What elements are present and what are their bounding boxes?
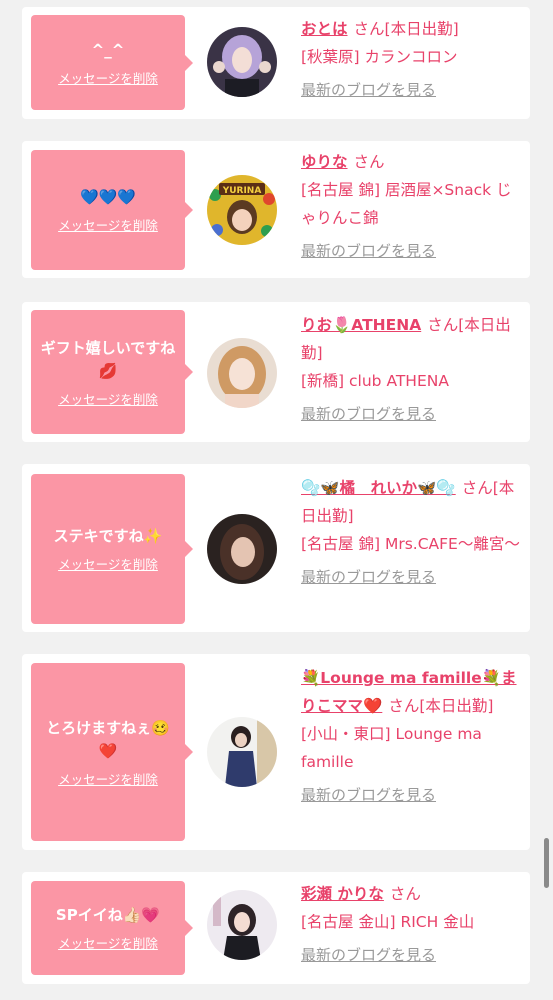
san-status: さん[本日出勤] xyxy=(388,697,494,715)
portrait-icon xyxy=(207,890,277,960)
message-card: SPイイね👍🏻💗 メッセージを削除 彩瀬 かりな さん [名古屋 金山] RICH… xyxy=(22,872,530,984)
message-bubble: 💙💙💙 メッセージを削除 xyxy=(31,150,193,270)
message-card: 💙💙💙 メッセージを削除 YURINA ゆりな さん [名古屋 錦] 居酒屋×Sn… xyxy=(22,141,530,278)
message-bubble: ^_^ メッセージを削除 xyxy=(31,15,193,110)
user-name-link[interactable]: おとは xyxy=(301,20,348,38)
delete-message-link[interactable]: メッセージを削除 xyxy=(58,554,158,573)
san-status: さん xyxy=(389,885,421,903)
avatar[interactable] xyxy=(207,717,277,787)
message-text: SPイイね👍🏻💗 xyxy=(55,906,161,924)
latest-blog-link[interactable]: 最新のブログを見る xyxy=(301,79,523,101)
message-text: 💙💙💙 xyxy=(79,188,137,206)
portrait-icon xyxy=(207,717,277,787)
avatar[interactable] xyxy=(207,27,277,97)
latest-blog-link[interactable]: 最新のブログを見る xyxy=(301,240,523,262)
message-bubble: とろけますねぇ🥴❤️ メッセージを削除 xyxy=(31,663,193,841)
delete-message-link[interactable]: メッセージを削除 xyxy=(58,68,158,87)
delete-message-link[interactable]: メッセージを削除 xyxy=(58,769,158,788)
latest-blog-link[interactable]: 最新のブログを見る xyxy=(301,566,523,588)
latest-blog-link[interactable]: 最新のブログを見る xyxy=(301,944,523,966)
user-name-link[interactable]: 🫧🦋橘 れいか🦋🫧 xyxy=(301,479,456,497)
delete-message-link[interactable]: メッセージを削除 xyxy=(58,933,158,952)
message-text: とろけますねぇ🥴❤️ xyxy=(46,718,170,760)
message-bubble: ステキですね✨ メッセージを削除 xyxy=(31,474,193,624)
message-card: ギフト嬉しいですね💋 メッセージを削除 りお🌷ATHENA さん[本日出勤] [新… xyxy=(22,302,530,442)
shop-name: [新橋] club ATHENA xyxy=(301,372,449,390)
card-info: おとは さん[本日出勤] [秋葉原] カランコロン 最新のブログを見る xyxy=(301,15,523,101)
avatar[interactable] xyxy=(207,890,277,960)
shop-name: [名古屋 金山] RICH 金山 xyxy=(301,913,475,931)
portrait-icon: YURINA xyxy=(207,175,277,245)
card-info: 🫧🦋橘 れいか🦋🫧 さん[本日出勤] [名古屋 錦] Mrs.CAFE〜離宮〜 最… xyxy=(301,474,523,588)
avatar[interactable] xyxy=(207,338,277,408)
latest-blog-link[interactable]: 最新のブログを見る xyxy=(301,403,523,425)
card-info: りお🌷ATHENA さん[本日出勤] [新橋] club ATHENA 最新のブロ… xyxy=(301,311,523,425)
message-card: ステキですね✨ メッセージを削除 🫧🦋橘 れいか🦋🫧 さん[本日出勤] [名古屋 … xyxy=(22,464,530,632)
message-text: ^_^ xyxy=(91,40,125,59)
avatar[interactable]: YURINA xyxy=(207,175,277,245)
card-info: 💐Lounge ma famille💐まりこママ❤️ さん[本日出勤] [小山・東… xyxy=(301,664,523,806)
message-text: ステキですね✨ xyxy=(53,527,163,545)
delete-message-link[interactable]: メッセージを削除 xyxy=(58,389,158,408)
message-bubble: ギフト嬉しいですね💋 メッセージを削除 xyxy=(31,310,193,434)
message-card: とろけますねぇ🥴❤️ メッセージを削除 💐Lounge ma famille💐ま… xyxy=(22,654,530,850)
card-info: ゆりな さん [名古屋 錦] 居酒屋×Snack じゃりんこ錦 最新のブログを見る xyxy=(301,148,523,262)
message-text: ギフト嬉しいですね💋 xyxy=(40,338,176,380)
user-name-link[interactable]: 彩瀬 かりな xyxy=(301,885,384,903)
avatar[interactable] xyxy=(207,514,277,584)
avatar-caption: YURINA xyxy=(222,186,262,196)
portrait-icon xyxy=(207,27,277,97)
shop-name: [名古屋 錦] Mrs.CAFE〜離宮〜 xyxy=(301,535,520,553)
user-name-link[interactable]: りお🌷ATHENA xyxy=(301,316,421,334)
card-info: 彩瀬 かりな さん [名古屋 金山] RICH 金山 最新のブログを見る xyxy=(301,880,523,966)
shop-name: [小山・東口] Lounge ma famille xyxy=(301,725,482,771)
user-name-link[interactable]: ゆりな xyxy=(301,153,348,171)
shop-name: [秋葉原] カランコロン xyxy=(301,48,458,66)
message-bubble: SPイイね👍🏻💗 メッセージを削除 xyxy=(31,881,193,975)
shop-name: [名古屋 錦] 居酒屋×Snack じゃりんこ錦 xyxy=(301,181,512,227)
delete-message-link[interactable]: メッセージを削除 xyxy=(58,215,158,234)
san-status: さん xyxy=(353,153,385,171)
latest-blog-link[interactable]: 最新のブログを見る xyxy=(301,784,523,806)
portrait-icon xyxy=(207,514,277,584)
scrollbar[interactable] xyxy=(544,838,549,888)
san-status: さん[本日出勤] xyxy=(353,20,459,38)
portrait-icon xyxy=(207,338,277,408)
message-card: ^_^ メッセージを削除 おとは さん[本日出勤] [秋葉原] カランコロン 最新… xyxy=(22,7,530,119)
